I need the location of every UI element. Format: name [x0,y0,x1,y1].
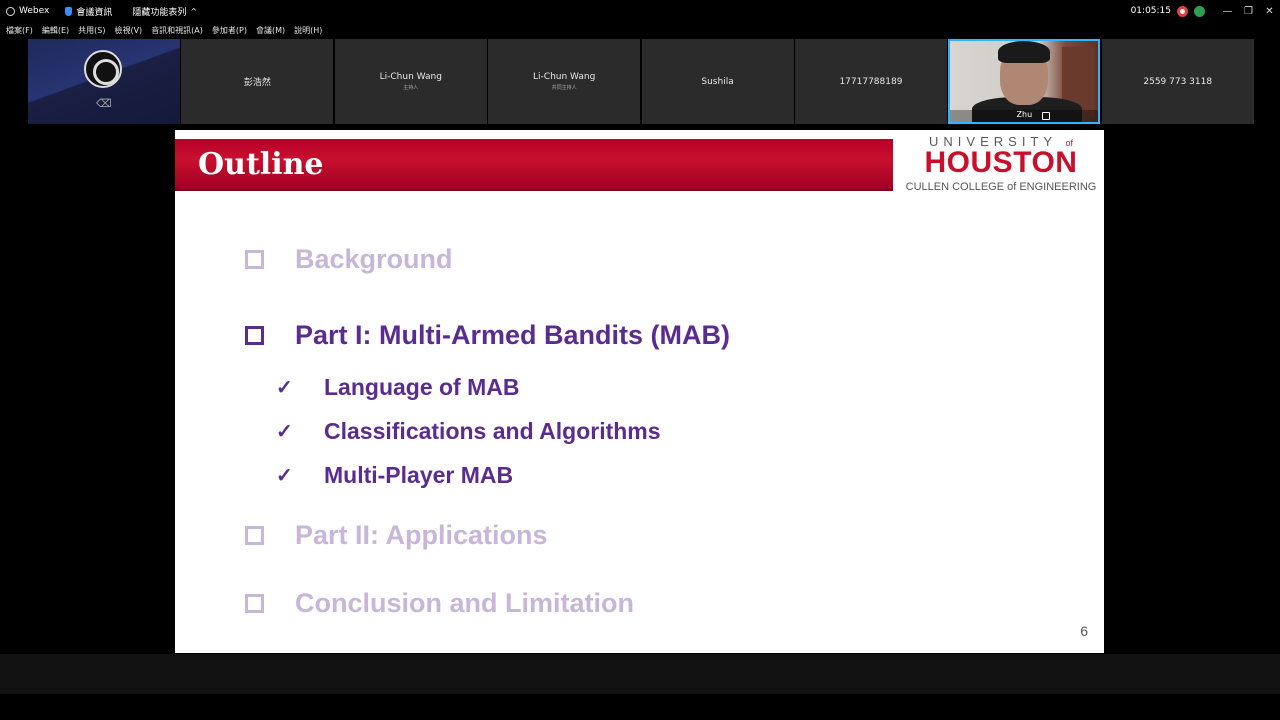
participant-name: Zhu [950,110,1099,122]
meeting-info-button[interactable]: 會議資訊 [65,5,112,18]
outline-item-background: Background [245,244,453,275]
participant-tile[interactable]: 2559 773 3118 [1101,39,1254,124]
participant-strip: ⌫ 彭浩然 Li-Chun Wang 主持人 Li-Chun Wang 共同主持… [28,39,1255,124]
outline-item-part1: Part I: Multi-Armed Bandits (MAB) [245,320,730,351]
checkbox-icon [245,526,264,545]
meeting-info-label: 會議資訊 [76,7,113,18]
participant-tile[interactable]: ⌫ [28,39,180,124]
checkbox-icon [245,326,264,345]
checkbox-icon [245,594,264,613]
app-label: Webex [6,6,49,16]
menu-file[interactable]: 檔案(F) [6,25,33,36]
sub-item: ✓ Multi-Player MAB [276,462,513,489]
checkmark-icon: ✓ [276,465,293,487]
menu-meeting[interactable]: 會議(M) [256,25,285,36]
participant-role: 共同主持人 [551,85,577,91]
participant-name: 17717788189 [839,76,903,87]
outline-item-label: Conclusion and Limitation [295,588,634,618]
participant-name: 2559 773 3118 [1143,76,1213,87]
network-health-icon[interactable] [1194,5,1205,17]
bottom-bar [0,654,1280,694]
checkbox-icon [245,250,264,269]
sub-item-label: Language of MAB [324,374,520,400]
restore-icon[interactable]: ❐ [1238,6,1259,17]
menu-bar: 檔案(F) 編輯(E) 共用(S) 檢視(V) 音訊和視訊(A) 參加者(P) … [0,22,1280,38]
video-off-icon: ⌫ [96,97,112,110]
slide-title-band: Outline [175,139,893,191]
outline-item-part2: Part II: Applications [245,520,548,551]
outline-item-conclusion: Conclusion and Limitation [245,588,634,619]
participant-role: 主持人 [403,85,419,91]
shield-icon [65,6,73,16]
logo-houston: HOUSTON [924,146,1078,179]
outline-item-label: Part II: Applications [295,520,548,550]
sub-item: ✓ Classifications and Algorithms [276,418,661,445]
university-logo: UNIVERSITY of HOUSTON CULLEN COLLEGE of … [905,134,1097,200]
menu-share[interactable]: 共用(S) [78,25,105,36]
participant-name: Sushila [701,76,734,87]
screen-share-icon [1042,112,1051,120]
chevron-up-icon: ^ [190,6,198,16]
obs-logo-icon [84,50,122,88]
app-name: Webex [19,6,50,16]
participant-tile[interactable]: Li-Chun Wang 共同主持人 [488,39,641,124]
participant-name: Li-Chun Wang [379,72,442,82]
menu-participants[interactable]: 參加者(P) [212,25,247,36]
speaker-hair [998,41,1051,63]
webex-icon [6,6,15,16]
menu-audio-video[interactable]: 音訊和視訊(A) [151,25,203,36]
slide-page-number: 6 [1080,623,1088,639]
hide-menu-bar-label: 隱藏功能表列 [132,7,187,18]
sub-item-label: Classifications and Algorithms [324,418,661,444]
recording-icon[interactable] [1177,5,1188,17]
outline-item-label: Background [295,244,453,274]
checkmark-icon: ✓ [276,377,293,399]
menu-help[interactable]: 說明(H) [294,25,322,36]
window-title-bar: Webex 會議資訊 隱藏功能表列 ^ 01:05:15 — ❐ ✕ [0,0,1280,22]
participant-tile[interactable]: 彭浩然 [181,39,334,124]
close-icon[interactable]: ✕ [1259,6,1280,17]
logo-college: CULLEN COLLEGE of ENGINEERING [905,181,1097,193]
slide-title: Outline [198,147,324,182]
minimize-icon[interactable]: — [1217,6,1238,17]
participant-name: 彭浩然 [243,78,271,88]
meeting-timer: 01:05:15 [1130,6,1171,16]
sub-item-label: Multi-Player MAB [324,462,514,488]
participant-tile[interactable]: Li-Chun Wang 主持人 [334,39,487,124]
outline-item-label: Part I: Multi-Armed Bandits (MAB) [295,320,730,350]
shared-slide: Outline UNIVERSITY of HOUSTON CULLEN COL… [175,130,1104,653]
participant-tile[interactable]: 17717788189 [794,39,947,124]
checkmark-icon: ✓ [276,421,293,443]
menu-edit[interactable]: 編輯(E) [42,25,69,36]
participant-name: Li-Chun Wang [533,72,596,82]
participant-tile[interactable]: Sushila [641,39,794,124]
hide-menu-bar-button[interactable]: 隱藏功能表列 ^ [132,5,197,18]
sub-item: ✓ Language of MAB [276,374,520,401]
menu-view[interactable]: 檢視(V) [114,25,142,36]
active-speaker-video-tile[interactable]: Zhu [948,39,1101,124]
